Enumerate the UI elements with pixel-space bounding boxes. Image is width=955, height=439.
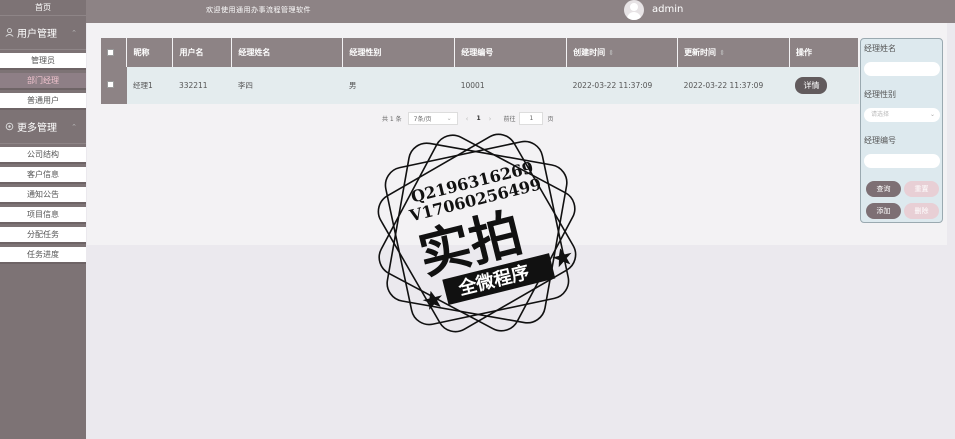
- goto-page-input[interactable]: 1: [519, 112, 544, 125]
- top-header: 欢迎使用通用办事流程管理软件 admin: [86, 0, 955, 23]
- delete-button[interactable]: 删除: [904, 203, 939, 219]
- chevron-down-icon: ⌄: [929, 111, 935, 118]
- chevron-up-icon: ⌃: [71, 122, 77, 131]
- table-header-row: 昵称 用户名 经理姓名 经理性别 经理编号 创建时间 ⇕ 更新时间 ⇕ 操作: [101, 38, 860, 67]
- manager-name-label: 经理姓名: [864, 44, 896, 53]
- query-button[interactable]: 查询: [866, 181, 901, 197]
- manager-number-label: 经理编号: [864, 136, 896, 145]
- page-suffix: 页: [547, 116, 554, 123]
- search-panel: 经理姓名 经理性别 请选择 ⌄ 经理编号 查询 重置 添加 删除: [860, 38, 943, 223]
- select-all-cell[interactable]: [101, 38, 128, 67]
- sidebar-item-customer-info[interactable]: 客户信息: [0, 167, 86, 184]
- cell-updated-time: 2022-03-22 11:37:09: [677, 67, 790, 104]
- sidebar-group-label: 用户管理: [17, 29, 57, 40]
- column-header-nickname[interactable]: 昵称: [126, 38, 174, 67]
- gender-placeholder: 请选择: [871, 111, 890, 118]
- column-header-label: 创建时间: [573, 47, 606, 57]
- column-header-created-time[interactable]: 创建时间 ⇕: [566, 38, 679, 67]
- page-size-select[interactable]: 7条/页 ⌄: [407, 112, 458, 125]
- cell-actions: 详情: [789, 67, 859, 104]
- settings-icon: [5, 122, 14, 131]
- app-title: 欢迎使用通用办事流程管理软件: [206, 6, 311, 14]
- cell-manager-gender: 男: [342, 67, 455, 104]
- next-page-icon[interactable]: ›: [489, 115, 492, 123]
- username[interactable]: admin: [652, 4, 683, 15]
- page-size-value: 7条/页: [413, 116, 432, 123]
- table-row: 经理1 332211 李四 男 10001 2022-03-22 11:37:0…: [101, 67, 859, 104]
- sidebar: 首页 用户管理 ⌃ 管理员 部门经理 普通用户 更多管理 ⌃ 公司结构 客户信息…: [0, 0, 86, 439]
- sidebar-home[interactable]: 首页: [0, 0, 86, 16]
- sidebar-item-admin[interactable]: 管理员: [0, 53, 86, 70]
- data-table: 昵称 用户名 经理姓名 经理性别 经理编号 创建时间 ⇕ 更新时间 ⇕ 操作 经理1…: [101, 38, 860, 104]
- avatar[interactable]: [624, 0, 644, 20]
- reset-button[interactable]: 重置: [904, 181, 939, 197]
- prev-page-icon[interactable]: ‹: [466, 115, 469, 123]
- sidebar-item-notices[interactable]: 通知公告: [0, 187, 86, 204]
- sort-icon[interactable]: ⇕: [719, 48, 725, 57]
- row-select-cell[interactable]: [101, 67, 127, 104]
- sidebar-group-label: 更多管理: [17, 123, 57, 134]
- sidebar-item-regular-user[interactable]: 普通用户: [0, 93, 86, 110]
- chevron-down-icon: ⌄: [446, 115, 452, 122]
- current-page[interactable]: 1: [476, 115, 480, 122]
- cell-username: 332211: [172, 67, 232, 104]
- add-button[interactable]: 添加: [866, 203, 901, 219]
- sidebar-group-more-management[interactable]: 更多管理 ⌃: [0, 110, 86, 144]
- column-header-updated-time[interactable]: 更新时间 ⇕: [677, 38, 790, 67]
- column-header-username[interactable]: 用户名: [172, 38, 233, 67]
- total-count: 共 1 条: [382, 116, 402, 123]
- select-all-checkbox[interactable]: [107, 48, 114, 56]
- cell-manager-name: 李四: [231, 67, 343, 104]
- manager-name-input[interactable]: [864, 62, 940, 76]
- cell-created-time: 2022-03-22 11:37:09: [566, 67, 678, 104]
- manager-gender-label: 经理性别: [864, 90, 896, 99]
- user-icon: [5, 28, 14, 37]
- cell-nickname: 经理1: [126, 67, 173, 104]
- manager-gender-select[interactable]: 请选择 ⌄: [864, 108, 940, 122]
- chevron-up-icon: ⌃: [71, 28, 77, 37]
- sidebar-group-user-management[interactable]: 用户管理 ⌃: [0, 16, 86, 50]
- sidebar-item-task-progress[interactable]: 任务进度: [0, 247, 86, 264]
- row-checkbox[interactable]: [107, 81, 114, 88]
- goto-label: 前往: [503, 116, 516, 123]
- sidebar-item-dept-manager[interactable]: 部门经理: [0, 73, 86, 90]
- manager-number-input[interactable]: [864, 154, 940, 168]
- watermark-stamp: Q2196316269 V17060256499 实拍 全微程序: [377, 133, 577, 333]
- sidebar-item-company-structure[interactable]: 公司结构: [0, 147, 86, 164]
- column-header-actions: 操作: [789, 38, 860, 67]
- column-header-manager-gender[interactable]: 经理性别: [342, 38, 456, 67]
- column-header-manager-number[interactable]: 经理编号: [454, 38, 568, 67]
- sidebar-item-assign-task[interactable]: 分配任务: [0, 227, 86, 244]
- cell-manager-number: 10001: [454, 67, 567, 104]
- column-header-manager-name[interactable]: 经理姓名: [231, 38, 344, 67]
- detail-button[interactable]: 详情: [795, 77, 828, 94]
- pagination: 共 1 条 7条/页 ⌄ ‹ 1 › 前往 1 页: [382, 112, 553, 125]
- column-header-label: 更新时间: [684, 47, 717, 57]
- sort-icon[interactable]: ⇕: [608, 48, 614, 57]
- sidebar-item-project-info[interactable]: 项目信息: [0, 207, 86, 224]
